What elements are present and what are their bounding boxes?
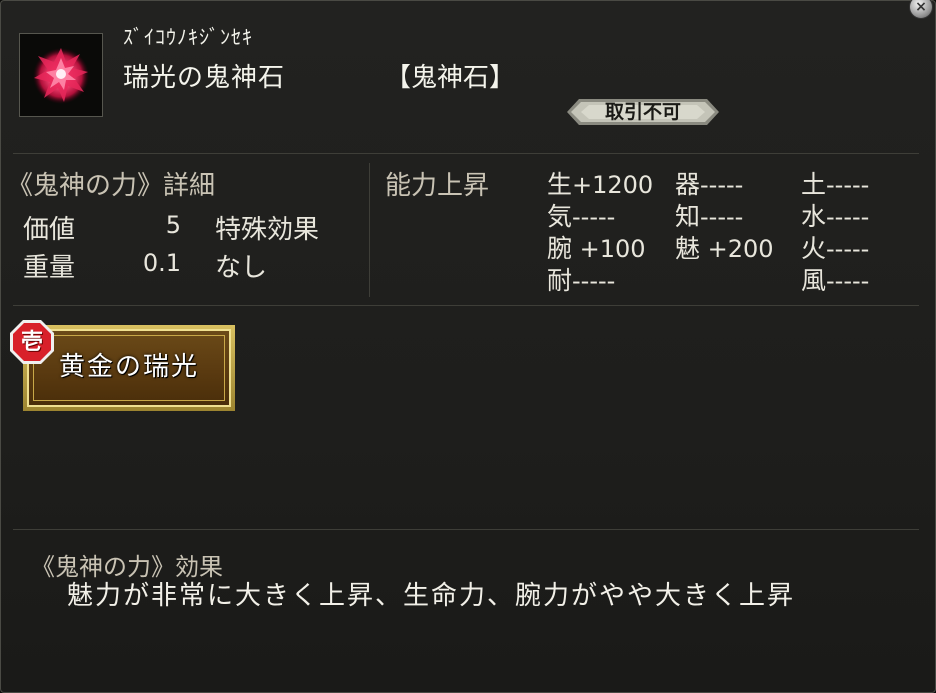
ability-stat: 腕 +100 xyxy=(547,234,646,263)
ability-stat: 水----- xyxy=(801,202,870,231)
ability-stat: 風----- xyxy=(801,266,870,295)
divider-middle xyxy=(13,305,919,306)
ability-stat: 火----- xyxy=(801,234,870,263)
ability-stat: 知----- xyxy=(675,202,744,231)
item-detail-panel: × ｽﾞｲｺｳﾉｷｼﾞﾝｾｷ 瑞光の鬼神石 【鬼神石】 取引不可 《鬼神の力》詳… xyxy=(0,0,936,693)
skill-rank-label: 壱 xyxy=(20,329,43,355)
ability-stat: 魅 +200 xyxy=(675,234,774,263)
special-effect-label: 特殊効果 xyxy=(215,215,320,245)
ability-stat: 耐----- xyxy=(547,266,616,295)
skill-name: 黄金の瑞光 xyxy=(58,352,199,382)
value-amount: 5 xyxy=(165,211,181,239)
ability-stat: 器----- xyxy=(675,170,744,199)
special-effect-value: なし xyxy=(215,253,268,283)
effect-title: 《鬼神の力》効果 xyxy=(31,553,223,581)
item-reading: ｽﾞｲｺｳﾉｷｼﾞﾝｾｷ xyxy=(123,25,253,49)
item-icon-frame xyxy=(19,33,103,117)
weight-amount: 0.1 xyxy=(142,249,181,277)
divider-vertical xyxy=(369,163,370,297)
ability-stat: 生+1200 xyxy=(547,170,654,199)
divider-bottom xyxy=(13,529,919,530)
divider-top xyxy=(13,153,919,154)
trade-status-badge: 取引不可 xyxy=(567,97,719,127)
trade-status-label: 取引不可 xyxy=(604,101,681,123)
ability-stat: 土----- xyxy=(801,170,870,199)
ability-stat: 気----- xyxy=(547,202,616,231)
abilities-title: 能力上昇 xyxy=(385,171,490,201)
item-name: 瑞光の鬼神石 xyxy=(123,63,286,93)
weight-label: 重量 xyxy=(23,253,76,283)
red-crystal-gem-icon xyxy=(33,48,89,104)
close-icon[interactable]: × xyxy=(909,0,933,19)
value-label: 価値 xyxy=(23,215,76,245)
skill-plate-inner: 黄金の瑞光 xyxy=(27,329,231,407)
details-title: 《鬼神の力》詳細 xyxy=(7,171,216,201)
item-category: 【鬼神石】 xyxy=(385,63,516,93)
effect-description: 魅力が非常に大きく上昇、生命力、腕力がやや大きく上昇 xyxy=(67,581,796,611)
skill-rank-badge: 壱 xyxy=(9,319,55,365)
